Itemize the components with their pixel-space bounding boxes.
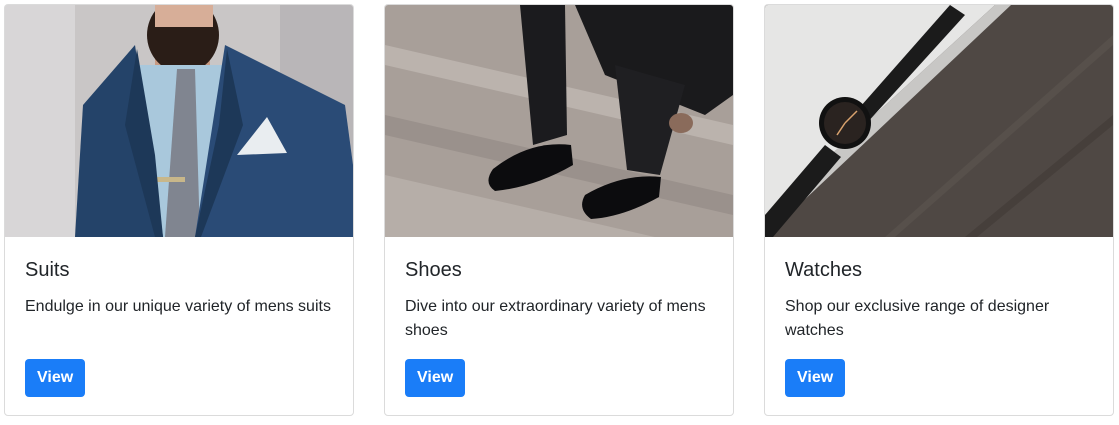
card-title: Suits xyxy=(25,259,70,281)
watches-image xyxy=(765,5,1113,237)
view-button[interactable]: View xyxy=(405,359,466,397)
card-text: Shop our exclusive range of designer wat… xyxy=(785,298,1050,339)
card-body: Shoes Dive into our extraordinary variet… xyxy=(385,237,733,415)
card-suits: Suits Endulge in our unique variety of m… xyxy=(4,4,354,416)
product-card-row: Suits Endulge in our unique variety of m… xyxy=(0,0,1119,425)
card-text: Dive into our extraordinary variety of m… xyxy=(405,298,706,339)
shoes-image xyxy=(385,5,733,237)
suits-image xyxy=(5,5,353,237)
card-body: Suits Endulge in our unique variety of m… xyxy=(5,237,353,415)
card-watches: Watches Shop our exclusive range of desi… xyxy=(764,4,1114,416)
view-button[interactable]: View xyxy=(25,359,86,397)
card-shoes: Shoes Dive into our extraordinary variet… xyxy=(384,4,734,416)
card-title: Shoes xyxy=(405,259,462,281)
card-title: Watches xyxy=(785,259,863,281)
view-button[interactable]: View xyxy=(785,359,846,397)
card-text: Endulge in our unique variety of mens su… xyxy=(25,298,331,315)
card-body: Watches Shop our exclusive range of desi… xyxy=(765,237,1113,415)
